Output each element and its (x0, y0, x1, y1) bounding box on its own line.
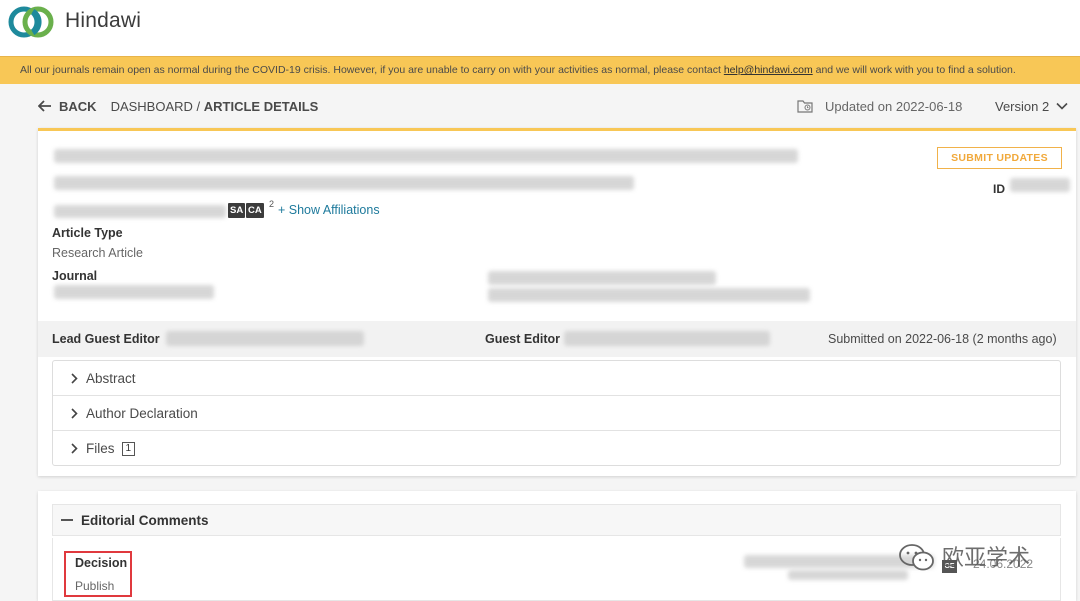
top-bar: Hindawi (0, 0, 1080, 56)
decision-label: Decision (75, 556, 128, 570)
redacted-lead-editor[interactable] (166, 331, 364, 346)
submitted-date: Submitted on 2022-06-18 (2 months ago) (828, 332, 1057, 346)
breadcrumb-dashboard[interactable]: DASHBOARD / (111, 99, 201, 114)
submit-updates-button[interactable]: SUBMIT UPDATES (937, 147, 1062, 169)
redacted-journal (54, 285, 214, 299)
files-label: Files (86, 441, 115, 456)
redacted-title-line-1 (54, 149, 798, 163)
redacted-special-issue-2 (488, 288, 810, 302)
article-type-value: Research Article (52, 246, 144, 260)
folder-history-icon (797, 100, 813, 113)
article-type-label: Article Type (52, 226, 123, 240)
version-label: Version 2 (995, 98, 1050, 114)
redacted-editor-email (788, 570, 908, 580)
brand-name[interactable]: Hindawi (65, 9, 141, 33)
chevron-down-icon (1056, 102, 1068, 110)
files-section-toggle[interactable]: Files 1 (53, 431, 1060, 466)
article-details-card: SUBMIT UPDATES ID SA CA 2 + Show Affilia… (38, 128, 1076, 476)
redacted-authors (54, 205, 226, 218)
article-sections-accordion: Abstract Author Declaration Files 1 (52, 360, 1061, 466)
breadcrumb: BACK DASHBOARD / ARTICLE DETAILS (38, 96, 318, 116)
submitting-author-badge: SA (228, 203, 246, 218)
abstract-section-toggle[interactable]: Abstract (53, 361, 1060, 396)
journal-label: Journal (52, 269, 98, 283)
abstract-label: Abstract (86, 370, 136, 386)
author-declaration-label: Author Declaration (86, 405, 198, 421)
help-email-link[interactable]: help@hindawi.com (724, 64, 813, 76)
corresponding-author-badge: CA (246, 203, 264, 218)
banner-text-end: and we will work with you to find a solu… (812, 64, 1016, 76)
lead-guest-editor-label: Lead Guest Editor (52, 332, 160, 346)
editorial-comments-title: Editorial Comments (81, 512, 209, 528)
version-dropdown[interactable]: Version 2 (995, 96, 1068, 116)
breadcrumb-current: ARTICLE DETAILS (203, 98, 319, 114)
show-affiliations-link[interactable]: + Show Affiliations (278, 203, 380, 217)
editorial-comments-toggle[interactable]: Editorial Comments (52, 504, 1061, 536)
arrow-left-icon (38, 100, 51, 112)
article-id-label: ID (993, 182, 1005, 196)
hindawi-logo-icon[interactable] (6, 4, 58, 40)
chevron-right-icon (71, 372, 78, 384)
minus-icon (61, 519, 73, 521)
banner-text: All our journals remain open as normal d… (20, 64, 724, 76)
redacted-special-issue-1 (488, 271, 716, 285)
updated-info: Updated on 2022-06-18 (797, 96, 962, 116)
decision-value: Publish (75, 579, 115, 593)
chevron-right-icon (71, 407, 78, 419)
editors-row: Lead Guest Editor Guest Editor Submitted… (38, 321, 1076, 357)
redacted-title-line-2 (54, 176, 634, 190)
watermark-text: 欧亚学术 (942, 546, 1031, 571)
redacted-article-id (1010, 178, 1070, 192)
wechat-icon (899, 544, 934, 571)
guest-editor-label: Guest Editor (485, 332, 561, 346)
redacted-guest-editor[interactable] (564, 331, 770, 346)
back-button[interactable]: BACK (38, 99, 97, 114)
updated-date: Updated on 2022-06-18 (825, 98, 963, 114)
covid-notice-banner: All our journals remain open as normal d… (0, 56, 1080, 84)
author-declaration-section-toggle[interactable]: Author Declaration (53, 396, 1060, 431)
affiliation-superscript: 2 (269, 199, 275, 209)
chevron-right-icon (71, 443, 78, 454)
back-label: BACK (59, 98, 97, 114)
files-count-badge: 1 (121, 441, 136, 456)
